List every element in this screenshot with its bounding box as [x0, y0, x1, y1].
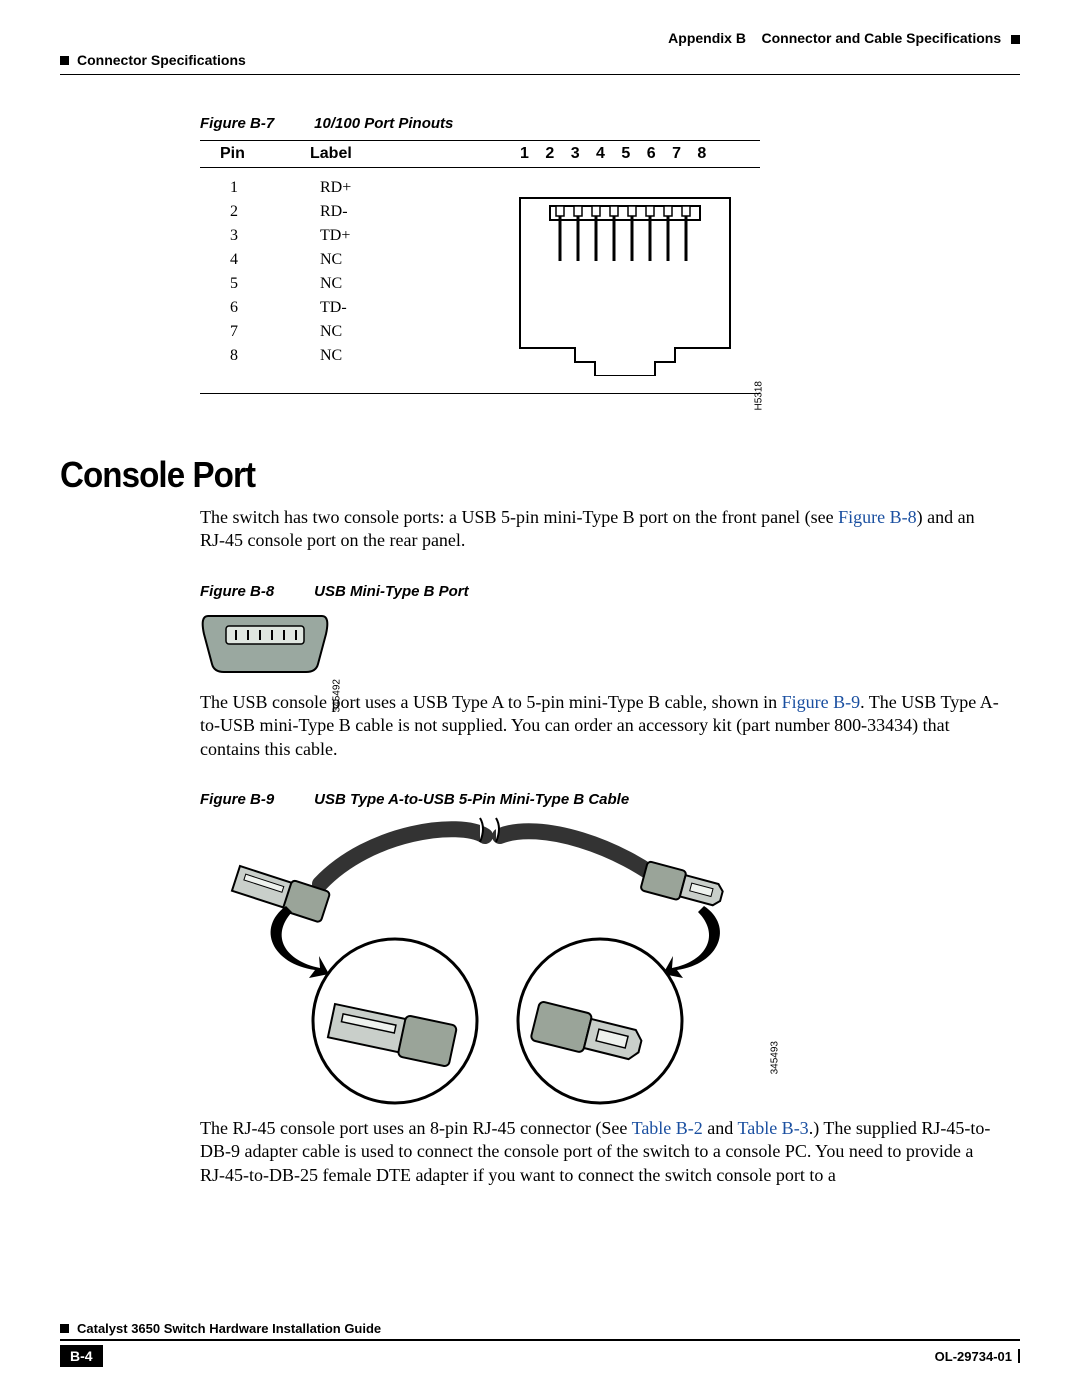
figure-title: 10/100 Port Pinouts — [314, 115, 453, 132]
col-pin-header: Pin — [200, 145, 310, 163]
pin-cell: 2 — [230, 200, 320, 224]
pin-cell: 4 — [230, 248, 320, 272]
console-para-3: The RJ-45 console port uses an 8-pin RJ-… — [200, 1117, 1000, 1187]
figure-b9-caption: Figure B-9 USB Type A-to-USB 5-Pin Mini-… — [200, 791, 1000, 808]
label-cell: NC — [320, 272, 500, 296]
pinout-header-row: Pin Label 1 2 3 4 5 6 7 8 — [200, 141, 760, 168]
header-left: Connector Specifications — [60, 52, 1020, 68]
label-cell: TD- — [320, 296, 500, 320]
guide-title: Catalyst 3650 Switch Hardware Installati… — [77, 1321, 381, 1336]
pin-cell: 3 — [230, 224, 320, 248]
pinout-table: Pin Label 1 2 3 4 5 6 7 8 1 2 3 4 5 6 7 … — [200, 140, 760, 394]
figure-title: USB Mini-Type B Port — [314, 583, 468, 600]
pin-cell: 6 — [230, 296, 320, 320]
header-square-icon — [60, 56, 69, 65]
header-right: Appendix B Connector and Cable Specifica… — [60, 30, 1020, 46]
label-cell: NC — [320, 320, 500, 344]
footer-square-icon — [60, 1324, 69, 1333]
header-square-icon — [1011, 35, 1020, 44]
label-cell: RD- — [320, 200, 500, 224]
rj45-jack-diagram: H5318 — [500, 176, 760, 381]
link-table-b3[interactable]: Table B-3 — [737, 1118, 808, 1138]
appendix-label: Appendix B — [668, 30, 746, 46]
doc-number: OL-29734-01 — [935, 1349, 1012, 1364]
usb-cable-diagram: 345493 — [200, 816, 760, 1111]
label-cell: RD+ — [320, 176, 500, 200]
pin-cell: 1 — [230, 176, 320, 200]
pin-numbers: 1 2 3 4 5 6 7 8 — [490, 145, 760, 163]
figure-number: Figure B-8 — [200, 583, 310, 600]
section-label: Connector Specifications — [77, 52, 246, 68]
console-port-heading: Console Port — [60, 454, 943, 496]
console-para-1: The switch has two console ports: a USB … — [200, 506, 1000, 553]
pin-cell: 5 — [230, 272, 320, 296]
figure-b7-caption: Figure B-7 10/100 Port Pinouts — [200, 115, 1000, 132]
link-figure-b8[interactable]: Figure B-8 — [838, 507, 917, 527]
figure-b8-caption: Figure B-8 USB Mini-Type B Port — [200, 583, 1000, 600]
drawing-id: 345492 — [331, 679, 342, 712]
link-table-b2[interactable]: Table B-2 — [632, 1118, 703, 1138]
pin-cell: 8 — [230, 344, 320, 368]
label-column: RD+ RD- TD+ NC NC TD- NC NC — [320, 176, 500, 381]
appendix-title: Connector and Cable Specifications — [762, 30, 1002, 46]
drawing-id: 345493 — [769, 1041, 780, 1074]
label-cell: NC — [320, 344, 500, 368]
page-number-badge: B-4 — [60, 1345, 103, 1367]
label-cell: NC — [320, 248, 500, 272]
usb-mini-b-port-diagram: 345492 — [200, 608, 340, 683]
label-cell: TD+ — [320, 224, 500, 248]
header-rule — [60, 74, 1020, 75]
figure-number: Figure B-9 — [200, 791, 310, 808]
pin-column: 1 2 3 4 5 6 7 8 — [200, 176, 320, 381]
col-label-header: Label — [310, 145, 490, 163]
figure-title: USB Type A-to-USB 5-Pin Mini-Type B Cabl… — [314, 791, 629, 808]
footer-bar-icon — [1018, 1349, 1020, 1363]
pin-cell: 7 — [230, 320, 320, 344]
drawing-id: H5318 — [753, 381, 764, 410]
page-footer: Catalyst 3650 Switch Hardware Installati… — [60, 1321, 1020, 1367]
console-para-2: The USB console port uses a USB Type A t… — [200, 691, 1000, 761]
link-figure-b9[interactable]: Figure B-9 — [782, 692, 861, 712]
figure-number: Figure B-7 — [200, 115, 310, 132]
